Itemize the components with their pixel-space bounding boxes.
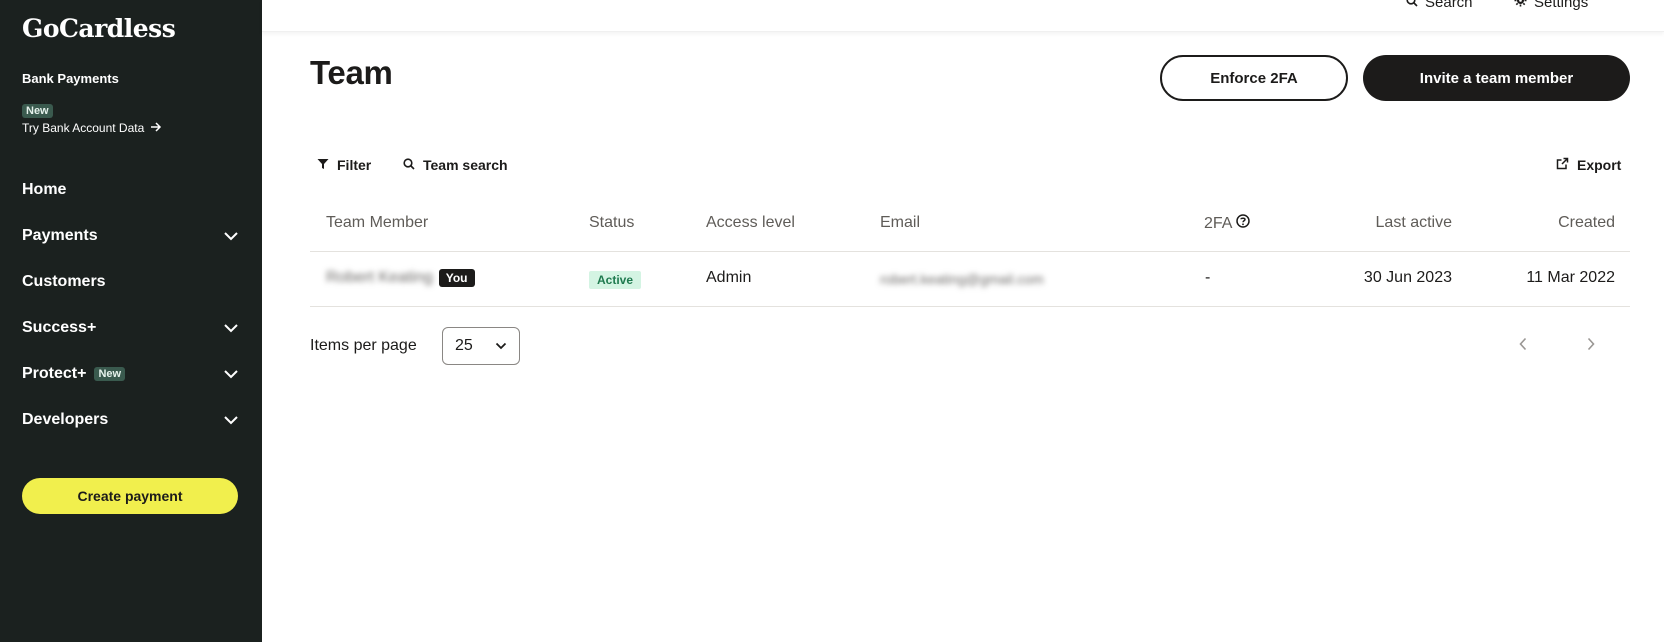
gear-icon [1514, 0, 1527, 11]
invite-team-member-button[interactable]: Invite a team member [1363, 55, 1630, 101]
column-header-email[interactable]: Email [880, 214, 920, 232]
enforce-2fa-button[interactable]: Enforce 2FA [1160, 55, 1348, 101]
column-header-status[interactable]: Status [589, 214, 634, 232]
sidebar-item-label: Payments [22, 227, 98, 244]
twofa-cell: - [1205, 269, 1211, 286]
items-per-page-value: 25 [455, 337, 473, 354]
filter-icon [317, 157, 329, 173]
external-link-icon [1556, 157, 1569, 173]
chevron-down-icon[interactable] [222, 319, 240, 337]
top-bar: Search Settings [262, 0, 1664, 32]
search-icon [403, 157, 415, 173]
new-badge: New [94, 367, 126, 381]
chevron-right-icon [1587, 337, 1595, 356]
sidebar-item-payments[interactable]: Payments [22, 227, 240, 245]
chevron-down-icon[interactable] [222, 365, 240, 383]
column-header-2fa-label: 2FA [1204, 214, 1233, 232]
you-badge: You [438, 269, 475, 287]
column-header-last-active[interactable]: Last active [1376, 214, 1452, 232]
try-bank-account-data-label: Try Bank Account Data [22, 121, 145, 135]
sidebar-item-customers[interactable]: Customers [22, 273, 240, 291]
next-page-button[interactable] [1581, 336, 1601, 356]
sidebar-item-home[interactable]: Home [22, 181, 240, 199]
sidebar-item-label: Developers [22, 411, 109, 428]
row-divider [310, 306, 1630, 307]
export-button[interactable]: Export [1556, 157, 1621, 173]
sidebar-item-label: Home [22, 181, 67, 198]
chevron-left-icon [1519, 337, 1527, 356]
arrow-right-icon [150, 121, 162, 135]
column-header-access-level[interactable]: Access level [706, 214, 795, 232]
bank-payments-title: Bank Payments [22, 71, 119, 86]
top-settings-label: Settings [1534, 0, 1589, 11]
status-badge: Active [589, 271, 642, 289]
filter-button[interactable]: Filter [317, 157, 371, 173]
export-label: Export [1577, 157, 1622, 173]
filter-label: Filter [337, 157, 372, 173]
help-circle-icon[interactable] [1236, 214, 1251, 233]
last-active-cell: 30 Jun 2023 [1363, 269, 1452, 286]
top-search-link[interactable]: Search [1406, 0, 1473, 11]
gocardless-logo[interactable]: GoCardless [22, 14, 176, 43]
created-cell: 11 Mar 2022 [1526, 269, 1615, 286]
email-cell: robert.keating@gmail.com [880, 271, 1044, 287]
sidebar-item-label: Customers [22, 273, 106, 290]
team-member-cell: Robert Keating You [326, 269, 475, 287]
search-icon [1406, 0, 1418, 11]
top-settings-link[interactable]: Settings [1514, 0, 1588, 11]
create-payment-button[interactable]: Create payment [22, 478, 238, 514]
chevron-down-icon[interactable] [222, 227, 240, 245]
column-header-team-member[interactable]: Team Member [326, 214, 428, 232]
try-bank-account-data-link[interactable]: Try Bank Account Data [22, 121, 162, 135]
team-member-name[interactable]: Robert Keating [326, 269, 433, 287]
sidebar-item-label: Protect+ [22, 365, 87, 382]
sidebar-item-label: Success+ [22, 319, 97, 336]
sidebar-item-protect-plus[interactable]: Protect+ New [22, 365, 240, 383]
column-header-created[interactable]: Created [1558, 214, 1615, 232]
sidebar: GoCardless Bank Payments New Try Bank Ac… [0, 0, 262, 642]
items-per-page-select[interactable]: 25 [442, 327, 520, 365]
team-search-label: Team search [423, 157, 508, 173]
chevron-down-icon[interactable] [222, 411, 240, 429]
team-search-button[interactable]: Team search [403, 157, 508, 173]
new-badge: New [22, 104, 53, 118]
items-per-page-label: Items per page [310, 337, 417, 354]
previous-page-button[interactable] [1513, 336, 1533, 356]
row-divider [310, 251, 1630, 252]
page-title: Team [310, 54, 393, 91]
bank-payments-new-badge: New [22, 101, 53, 119]
sidebar-item-success-plus[interactable]: Success+ [22, 319, 240, 337]
sidebar-item-protect-left: Protect+ New [22, 365, 126, 383]
sidebar-item-developers[interactable]: Developers [22, 411, 240, 429]
column-header-2fa[interactable]: 2FA [1204, 214, 1251, 233]
access-level-cell: Admin [706, 269, 752, 286]
top-search-label: Search [1425, 0, 1473, 11]
status-cell: Active [589, 271, 642, 289]
chevron-down-icon [495, 337, 507, 355]
